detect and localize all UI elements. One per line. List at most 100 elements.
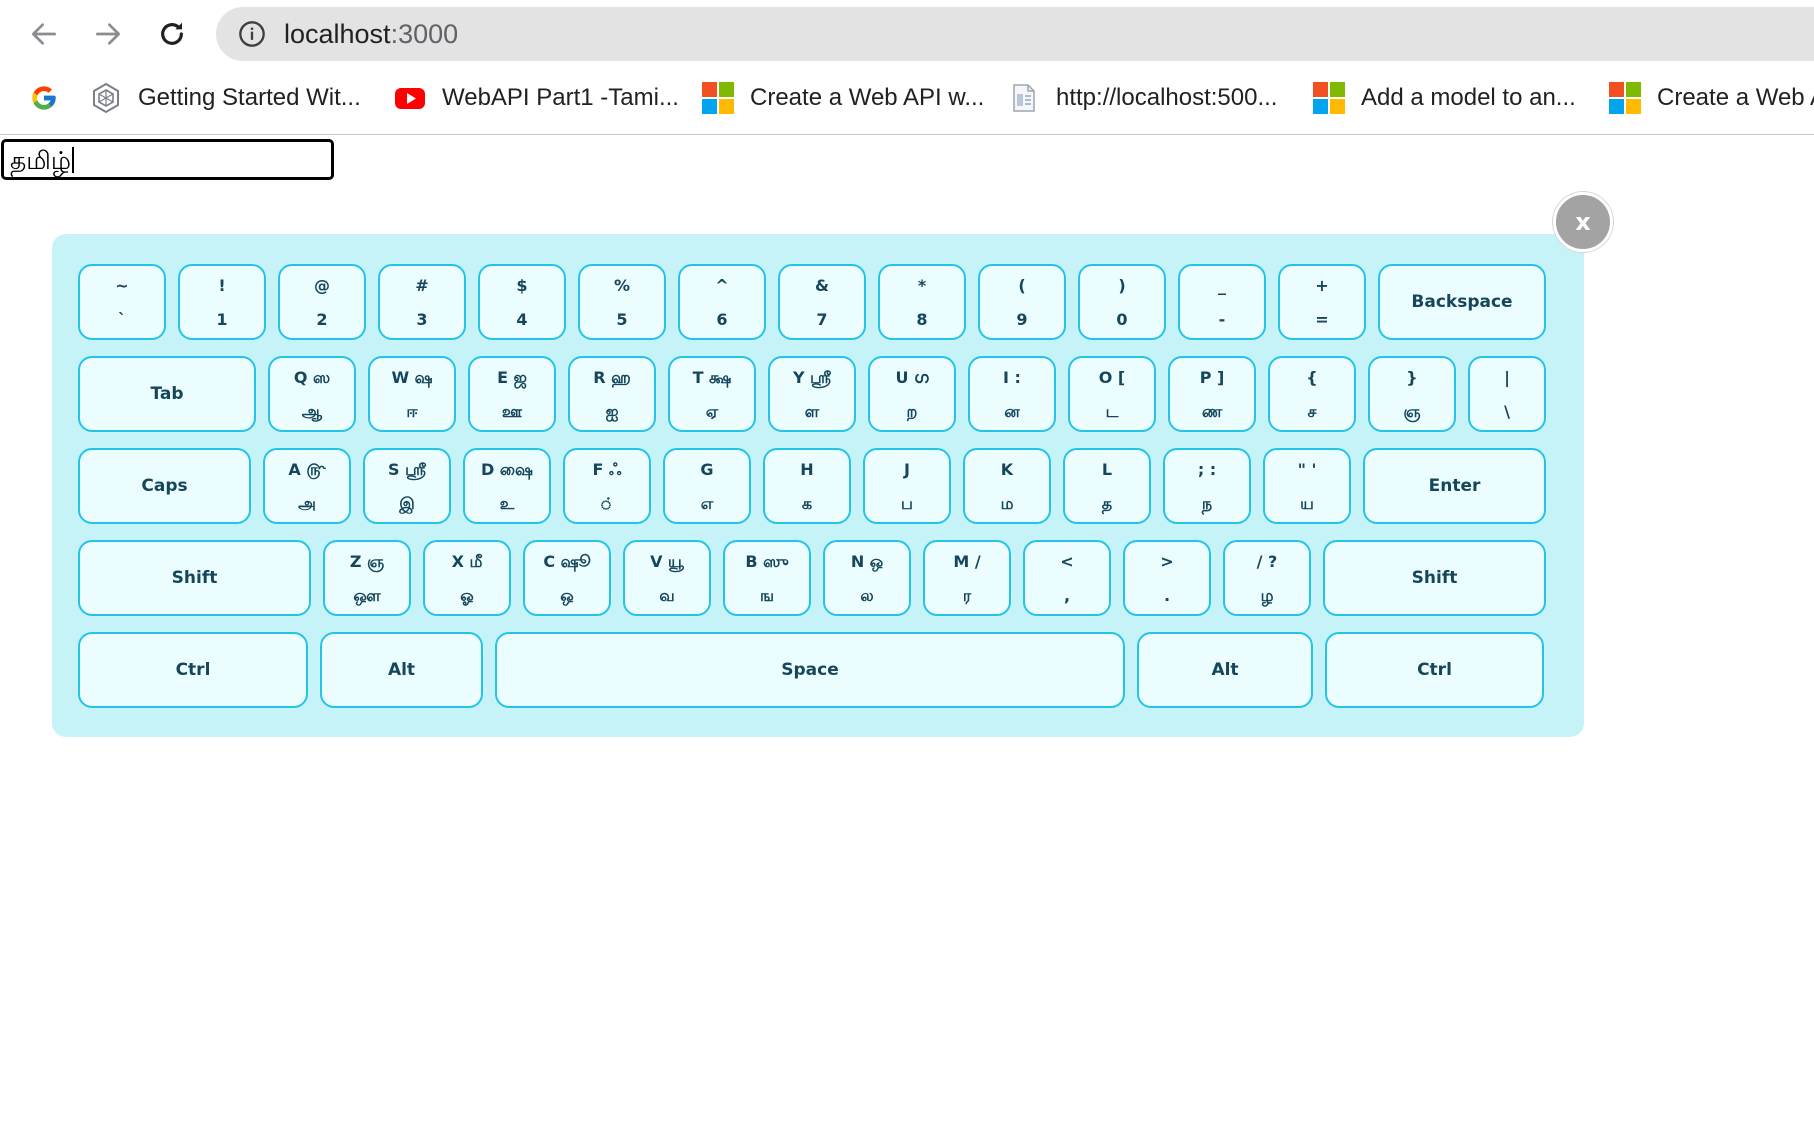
key-shift-label: Q ஸ <box>293 368 331 387</box>
key-l[interactable]: Lத <box>1063 448 1151 524</box>
key-primary-label: த <box>1101 494 1113 513</box>
bookmark-getting-started[interactable]: Getting Started Wit... <box>90 81 361 115</box>
key-symbol[interactable]: >. <box>1123 540 1211 616</box>
key-label: Alt <box>387 660 416 680</box>
key-g[interactable]: Gஎ <box>663 448 751 524</box>
key-y[interactable]: Y ஸ்ரீ ள <box>768 356 856 432</box>
key-symbol[interactable]: | \ <box>1468 356 1546 432</box>
key-p[interactable]: P ] ண <box>1168 356 1256 432</box>
key-symbol[interactable]: (9 <box>978 264 1066 340</box>
key-primary-label: . <box>1163 586 1171 605</box>
microsoft-icon <box>1313 82 1345 114</box>
key-w[interactable]: W ஷ ஈ <box>368 356 456 432</box>
bookmark-create-web-a[interactable]: Create a Web A <box>1609 81 1814 115</box>
key-symbol[interactable]: ^ 6 <box>678 264 766 340</box>
key-symbol[interactable]: @2 <box>278 264 366 340</box>
key-primary-label: ஊ <box>501 402 523 421</box>
key-symbol[interactable]: } ஞ <box>1368 356 1456 432</box>
microsoft-icon <box>702 82 734 114</box>
key-symbol[interactable]: " ' ய <box>1263 448 1351 524</box>
key-b[interactable]: B ஸு ங <box>723 540 811 616</box>
key-caps[interactable]: Caps <box>78 448 251 524</box>
key-symbol[interactable]: ! 1 <box>178 264 266 340</box>
key-symbol[interactable]: * 8 <box>878 264 966 340</box>
key-shift-label: N ஒ <box>850 552 884 571</box>
key-shift-label: ! <box>218 276 226 295</box>
key-symbol[interactable]: / ? ழ <box>1223 540 1311 616</box>
address-bar[interactable]: localhost:3000 <box>216 7 1814 61</box>
key-primary-label: 4 <box>516 310 528 329</box>
key-primary-label: 3 <box>416 310 428 329</box>
browser-toolbar: localhost:3000 <box>0 0 1814 68</box>
key-shift[interactable]: Shift <box>1323 540 1546 616</box>
key-primary-label: ் <box>599 494 615 513</box>
key-primary-label: ப <box>901 494 913 513</box>
key-primary-label: ண <box>1201 402 1223 421</box>
key-primary-label: \ <box>1504 402 1510 421</box>
reload-icon[interactable] <box>152 14 192 54</box>
key-symbol[interactable]: $4 <box>478 264 566 340</box>
key-alt[interactable]: Alt <box>1137 632 1313 708</box>
key-x[interactable]: X மீ ஓ <box>423 540 511 616</box>
key-d[interactable]: D ஷை உ <box>463 448 551 524</box>
document-icon <box>1008 82 1040 114</box>
key-symbol[interactable]: {ச <box>1268 356 1356 432</box>
key-symbol[interactable]: _ - <box>1178 264 1266 340</box>
key-symbol[interactable]: ; : ந <box>1163 448 1251 524</box>
key-tab[interactable]: Tab <box>78 356 256 432</box>
key-shift-label: Z ஞ <box>349 552 385 571</box>
key-e[interactable]: E ஜ ஊ <box>468 356 556 432</box>
key-n[interactable]: N ஒ ல <box>823 540 911 616</box>
address-url: localhost:3000 <box>284 19 459 49</box>
key-c[interactable]: C ஷூ ஒ <box>523 540 611 616</box>
bookmark-create-web-api[interactable]: Create a Web API w... <box>702 81 984 115</box>
key-symbol[interactable]: % 5 <box>578 264 666 340</box>
bookmark-add-model[interactable]: Add a model to an... <box>1313 81 1576 115</box>
key-ctrl[interactable]: Ctrl <box>1325 632 1544 708</box>
key-enter[interactable]: Enter <box>1363 448 1546 524</box>
key-q[interactable]: Q ஸ ஆ <box>268 356 356 432</box>
bookmark-label: WebAPI Part1 -Tami... <box>442 84 679 111</box>
key-ctrl[interactable]: Ctrl <box>78 632 308 708</box>
google-icon[interactable] <box>30 84 58 112</box>
bookmark-webapi-part1[interactable]: WebAPI Part1 -Tami... <box>394 81 679 115</box>
key-r[interactable]: R ஹ ஐ <box>568 356 656 432</box>
key-symbol[interactable]: ) 0 <box>1078 264 1166 340</box>
key-label: Tab <box>150 384 184 404</box>
key-symbol[interactable]: <, <box>1023 540 1111 616</box>
key-symbol[interactable]: & 7 <box>778 264 866 340</box>
key-symbol[interactable]: ~ ` <box>78 264 166 340</box>
key-s[interactable]: S ஶ்ரீ இ <box>363 448 451 524</box>
key-shift-label: J <box>904 460 910 479</box>
bookmark-localhost[interactable]: http://localhost:500... <box>1008 81 1277 115</box>
key-f[interactable]: F ஃ் <box>563 448 651 524</box>
close-keyboard-button[interactable]: x <box>1553 192 1613 252</box>
key-shift[interactable]: Shift <box>78 540 311 616</box>
key-primary-label: ங <box>759 586 774 605</box>
key-primary-label: ல <box>860 586 874 605</box>
tamil-text-input[interactable]: தமிழ் <box>1 139 334 180</box>
key-primary-label: உ <box>499 494 515 513</box>
key-symbol[interactable]: + = <box>1278 264 1366 340</box>
key-j[interactable]: Jப <box>863 448 951 524</box>
key-backspace[interactable]: Backspace <box>1378 264 1546 340</box>
back-arrow-icon[interactable] <box>24 14 64 54</box>
key-i[interactable]: I : ன <box>968 356 1056 432</box>
key-a[interactable]: A ௹ அ <box>263 448 351 524</box>
site-info-icon[interactable] <box>238 20 266 48</box>
key-space[interactable]: Space <box>495 632 1125 708</box>
youtube-icon <box>394 82 426 114</box>
forward-arrow-icon[interactable] <box>88 14 128 54</box>
key-t[interactable]: T க்ஷ ஏ <box>668 356 756 432</box>
key-shift-label: V யூ <box>650 552 684 571</box>
key-v[interactable]: V யூ வ <box>623 540 711 616</box>
key-k[interactable]: Kம <box>963 448 1051 524</box>
key-u[interactable]: U ഗ ற <box>868 356 956 432</box>
key-h[interactable]: Hக <box>763 448 851 524</box>
key-alt[interactable]: Alt <box>320 632 483 708</box>
key-m[interactable]: M / ர <box>923 540 1011 616</box>
key-o[interactable]: O [ட <box>1068 356 1156 432</box>
key-symbol[interactable]: #3 <box>378 264 466 340</box>
key-shift-label: } <box>1406 368 1418 387</box>
key-z[interactable]: Z ஞ ஔ <box>323 540 411 616</box>
